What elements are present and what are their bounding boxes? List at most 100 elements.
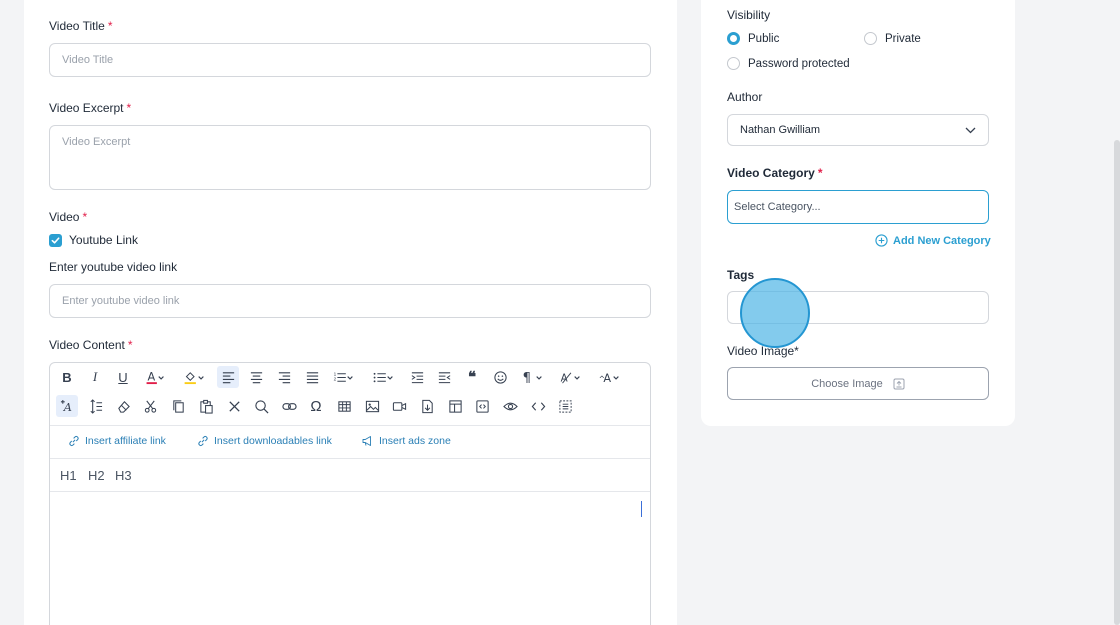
youtube-link-checkbox-row[interactable]: Youtube Link [49, 233, 138, 247]
video-icon[interactable] [388, 395, 410, 417]
visibility-password-label: Password protected [748, 57, 850, 70]
add-new-category-label: Add New Category [893, 234, 991, 247]
editor-toolbar-divider [50, 425, 650, 426]
source-code-icon[interactable] [527, 395, 549, 417]
video-category-label: Video Category * [727, 166, 822, 180]
visibility-public-option[interactable]: Public [727, 32, 779, 45]
select-all-icon[interactable] [554, 395, 576, 417]
visibility-label: Visibility [727, 8, 771, 22]
video-label: Video * [49, 210, 87, 224]
outdent-icon[interactable] [433, 366, 455, 388]
align-right-icon[interactable] [273, 366, 295, 388]
author-label: Author [727, 90, 763, 104]
editor-actions-divider [50, 458, 650, 459]
svg-text:A: A [62, 401, 71, 414]
align-left-icon[interactable] [217, 366, 239, 388]
emoji-icon[interactable] [489, 366, 511, 388]
insert-affiliate-link-label: Insert affiliate link [85, 435, 166, 447]
template-icon[interactable] [444, 395, 466, 417]
required-mark: * [126, 101, 132, 115]
video-excerpt-label-text: Video Excerpt [49, 101, 124, 115]
paste-icon[interactable] [195, 395, 217, 417]
visibility-public-label: Public [748, 32, 780, 45]
heading-3-button[interactable]: H3 [115, 468, 132, 483]
text-caret [641, 501, 642, 517]
ordered-list-icon[interactable]: 12 [328, 366, 358, 388]
required-mark: * [127, 338, 133, 352]
insert-ads-zone-button[interactable]: Insert ads zone [361, 435, 451, 447]
font-color-icon[interactable]: A [140, 366, 170, 388]
svg-text:2: 2 [334, 376, 337, 381]
heading-2-button[interactable]: H2 [88, 468, 105, 483]
insert-affiliate-link-button[interactable]: Insert affiliate link [68, 435, 166, 447]
video-excerpt-label: Video Excerpt * [49, 101, 131, 115]
author-value: Nathan Gwilliam [740, 124, 821, 136]
preview-icon[interactable] [499, 395, 521, 417]
clear-format-icon[interactable] [223, 395, 245, 417]
click-indicator [740, 278, 810, 348]
text-direction-icon[interactable] [84, 395, 106, 417]
youtube-link-checkbox[interactable] [49, 233, 62, 247]
page-scrollbar[interactable] [1114, 140, 1120, 625]
link-icon[interactable] [278, 395, 300, 417]
cut-icon[interactable] [139, 395, 161, 417]
video-content-label: Video Content * [49, 338, 133, 352]
radio-public[interactable] [727, 32, 740, 45]
youtube-link-input[interactable]: Enter youtube video link [49, 284, 651, 318]
file-icon[interactable] [416, 395, 438, 417]
video-label-text: Video [49, 210, 80, 224]
special-char-icon[interactable]: Ω [305, 395, 327, 417]
add-new-category-button[interactable]: Add New Category [875, 234, 991, 247]
radio-password[interactable] [727, 57, 740, 70]
author-select[interactable]: Nathan Gwilliam [727, 114, 989, 146]
format-painter-icon[interactable]: A [56, 395, 78, 417]
choose-image-button[interactable]: Choose Image [727, 367, 989, 400]
image-icon[interactable] [361, 395, 383, 417]
video-excerpt-textarea[interactable]: Video Excerpt [49, 125, 651, 190]
italic-icon[interactable]: I [84, 366, 106, 388]
font-size-icon[interactable]: ^ A [593, 366, 625, 388]
upload-icon [893, 378, 905, 389]
youtube-link-field-label: Enter youtube video link [49, 260, 178, 274]
eraser-icon[interactable] [112, 395, 134, 417]
video-excerpt-placeholder: Video Excerpt [62, 136, 131, 148]
align-justify-icon[interactable] [301, 366, 323, 388]
underline-icon[interactable]: U [112, 366, 134, 388]
table-icon[interactable] [333, 395, 355, 417]
rich-text-editor[interactable]: B I U A 12 ❝ ¶ A ^ A A Ω Insert affiliat… [49, 362, 651, 625]
unordered-list-icon[interactable] [368, 366, 398, 388]
svg-text:¶: ¶ [523, 371, 531, 385]
video-category-placeholder: Select Category... [734, 201, 821, 213]
youtube-link-placeholder: Enter youtube video link [62, 295, 180, 307]
link-icon [198, 436, 208, 446]
visibility-private-option[interactable]: Private [864, 32, 921, 45]
code-view-icon[interactable] [471, 395, 493, 417]
insert-downloadables-link-button[interactable]: Insert downloadables link [197, 435, 332, 447]
tags-label: Tags [727, 268, 755, 282]
svg-text:A: A [603, 372, 611, 385]
visibility-private-label: Private [885, 32, 921, 45]
highlight-color-icon[interactable] [178, 366, 210, 388]
heading-1-button[interactable]: H1 [60, 468, 77, 483]
search-icon[interactable] [250, 395, 272, 417]
video-title-label: Video Title * [49, 19, 113, 33]
video-category-select[interactable]: Select Category... [727, 190, 989, 224]
paragraph-icon[interactable]: ¶ [517, 366, 547, 388]
required-mark: * [817, 166, 823, 180]
editor-headings-divider [50, 491, 650, 492]
radio-private[interactable] [864, 32, 877, 45]
line-height-icon[interactable]: A [554, 366, 586, 388]
video-content-label-text: Video Content [49, 338, 125, 352]
link-icon [69, 436, 79, 446]
blockquote-icon[interactable]: ❝ [461, 366, 483, 388]
align-center-icon[interactable] [245, 366, 267, 388]
bold-icon[interactable]: B [56, 366, 78, 388]
check-icon [51, 236, 60, 244]
visibility-password-option[interactable]: Password protected [727, 57, 850, 70]
video-title-input[interactable]: Video Title [49, 43, 651, 77]
choose-image-label: Choose Image [811, 377, 883, 390]
svg-text:A: A [148, 370, 156, 383]
copy-icon[interactable] [167, 395, 189, 417]
plus-circle-icon [875, 234, 888, 247]
indent-icon[interactable] [406, 366, 428, 388]
